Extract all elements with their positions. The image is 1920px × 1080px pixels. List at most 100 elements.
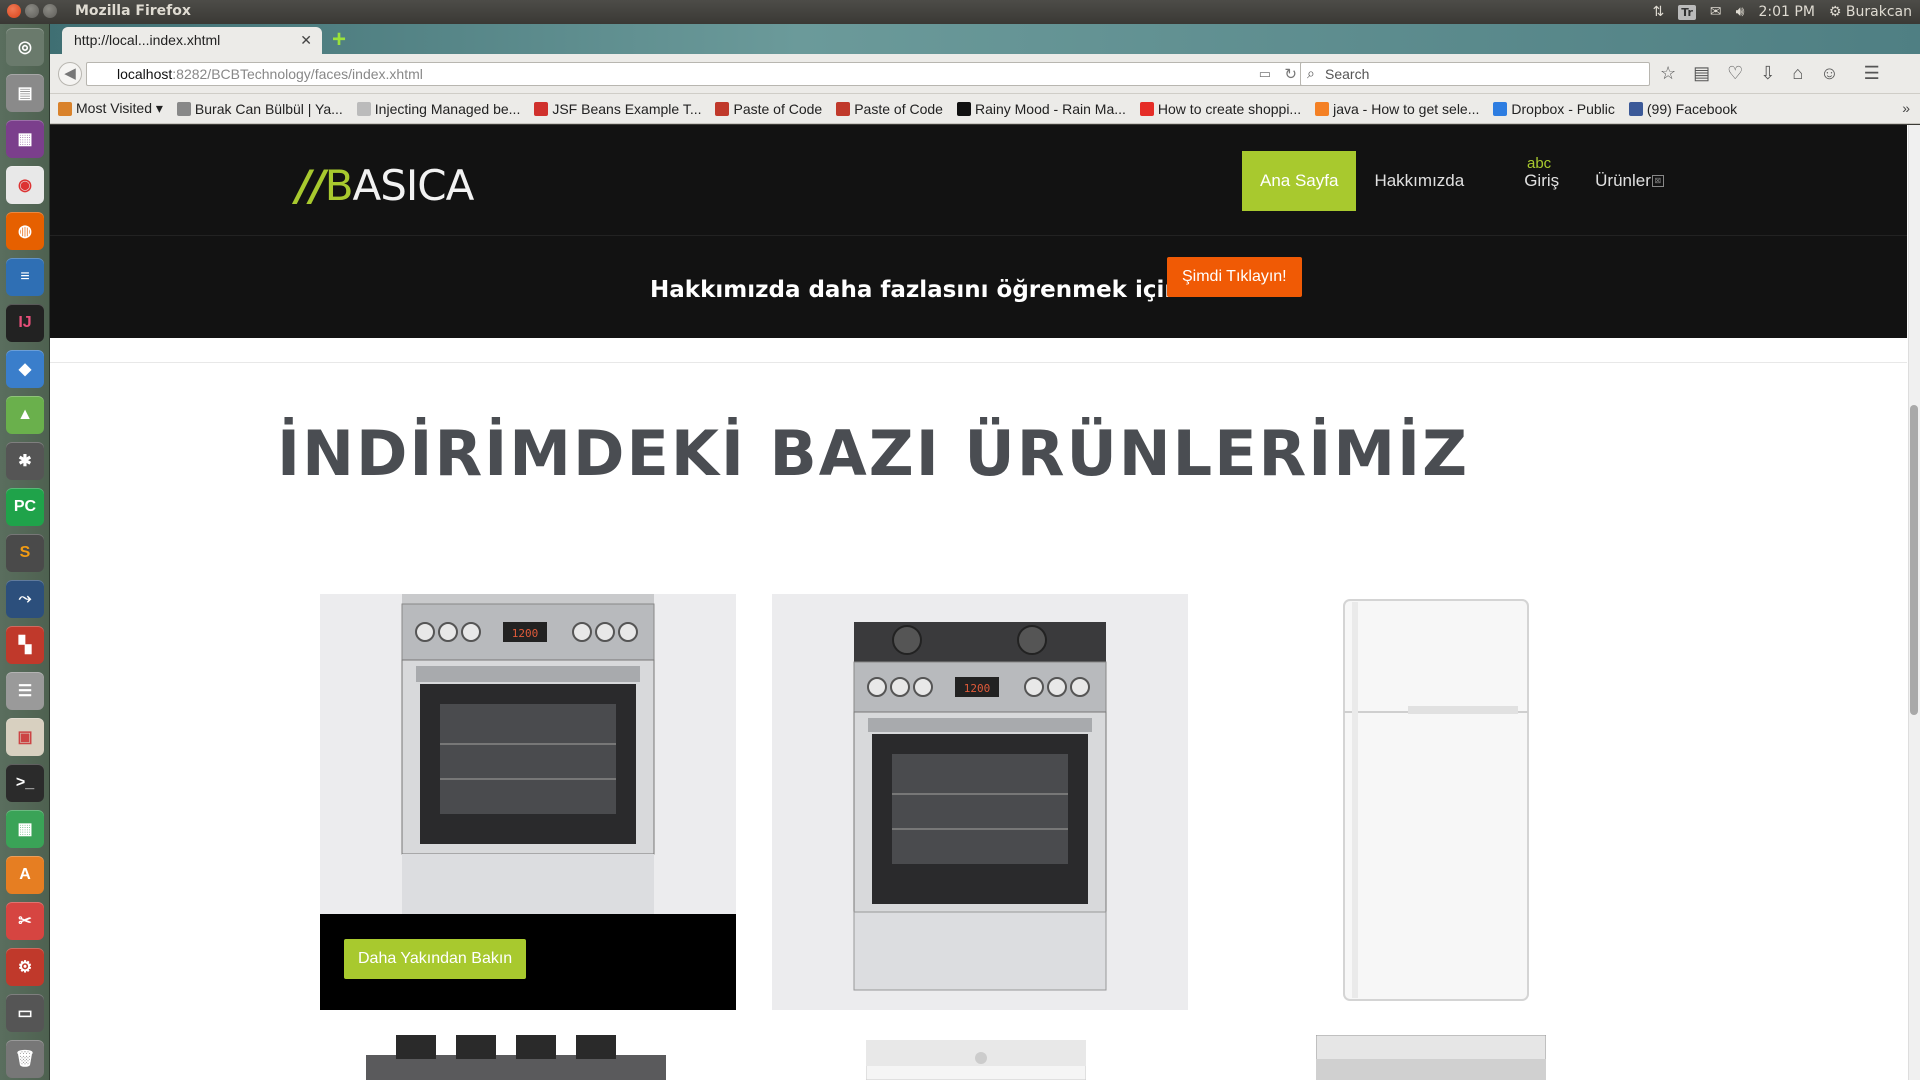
- bookmark-label: How to create shoppi...: [1157, 100, 1302, 117]
- partial-product-hob: [366, 1035, 666, 1080]
- bookmark-item[interactable]: Most Visited ▾: [58, 100, 163, 117]
- writer-icon[interactable]: ≡: [6, 258, 44, 296]
- bookmark-label: Paste of Code: [854, 100, 943, 117]
- trash-icon[interactable]: 🗑︎: [6, 1040, 44, 1078]
- tab-close-icon[interactable]: ✕: [300, 32, 312, 49]
- downloads-icon[interactable]: ⇩: [1760, 63, 1775, 84]
- bookmark-item[interactable]: Paste of Code: [715, 101, 822, 117]
- bookmark-item[interactable]: (99) Facebook: [1628, 100, 1738, 117]
- section-title: İNDİRİMDEKİ BAZI ÜRÜNLERİMİZ: [277, 417, 1470, 490]
- bookmark-favicon-icon: [956, 101, 971, 116]
- nav-item-products[interactable]: Ürünler ⊠: [1577, 151, 1682, 211]
- reload-icon[interactable]: ↻: [1284, 65, 1297, 83]
- bookmark-item[interactable]: How to create shoppi...: [1139, 100, 1302, 117]
- pocket-icon[interactable]: ♡: [1727, 63, 1743, 84]
- software-center-icon[interactable]: A: [6, 856, 44, 894]
- product-card-oven-2[interactable]: 1200: [772, 594, 1188, 1010]
- volume-icon[interactable]: 🔊︎: [1736, 4, 1745, 20]
- network-tool-icon[interactable]: ✂: [6, 902, 44, 940]
- user-menu[interactable]: ⚙ Burakcan: [1829, 4, 1912, 20]
- chrome-icon[interactable]: ◉: [6, 166, 44, 204]
- new-tab-button[interactable]: +: [332, 26, 346, 54]
- settings-tool-icon[interactable]: ✱: [6, 442, 44, 480]
- bookmark-favicon-icon: [58, 101, 72, 116]
- search-icon: ⌕: [1307, 65, 1315, 81]
- broken-image-icon: ⊠: [1651, 175, 1664, 187]
- sublime-text-icon[interactable]: S: [6, 534, 44, 572]
- browser-nav-bar: ◀ localhost:8282/BCBTechnology/faces/ind…: [50, 54, 1920, 94]
- browser-tab[interactable]: http://local...index.xhtml ✕: [62, 27, 322, 54]
- gas-oven-image: 1200: [853, 622, 1107, 991]
- url-bar[interactable]: localhost:8282/BCBTechnology/faces/index…: [86, 62, 1308, 86]
- product-card-oven-1[interactable]: 1200 Daha Yakından Bakın: [320, 594, 736, 1010]
- scrollbar-thumb[interactable]: [1910, 405, 1918, 715]
- os-top-panel: Mozilla Firefox ⇅ Tr ✉ 🔊︎ 2:01 PM ⚙ Bura…: [0, 0, 1920, 24]
- bookmark-item[interactable]: Injecting Managed be...: [356, 101, 520, 117]
- chat-icon[interactable]: ☺: [1820, 63, 1838, 84]
- bookmark-label: Most Visited ▾: [76, 100, 163, 116]
- system-settings-icon[interactable]: ⚙: [6, 948, 44, 986]
- launcher-dock: ◎ ▤ ▦ ◉ ◍ ≡ IJ ◆ ▲ ✱ PC S ⤳ ▚ ☰ ▣ >_ ▦ A…: [0, 24, 50, 1080]
- bookmark-label: Burak Can Bülbül | Ya...: [194, 100, 343, 117]
- bookmark-item[interactable]: Rainy Mood - Rain Ma...: [956, 101, 1126, 117]
- nav-item-about[interactable]: Hakkımızda: [1356, 151, 1482, 211]
- search-input[interactable]: ⌕ Search: [1300, 62, 1650, 86]
- mysql-workbench-icon[interactable]: ⤳: [6, 580, 44, 618]
- app-title: Mozilla Firefox: [75, 3, 191, 19]
- page-scrollbar[interactable]: [1908, 125, 1920, 1080]
- bookmark-item[interactable]: Paste of Code: [836, 101, 943, 117]
- dash-home-icon[interactable]: ◎: [6, 28, 44, 66]
- promo-cta-button[interactable]: Şimdi Tıklayın!: [1167, 257, 1302, 297]
- mail-icon[interactable]: ✉: [1710, 4, 1722, 20]
- pycharm-icon[interactable]: PC: [6, 488, 44, 526]
- url-path: :8282/BCBTechnology/faces/index.xhtml: [172, 66, 423, 82]
- browser-tab-strip: http://local...index.xhtml ✕ +: [50, 24, 1920, 54]
- tab-title: http://local...index.xhtml: [74, 32, 221, 48]
- calc-icon[interactable]: ▦: [6, 810, 44, 848]
- drive-icon[interactable]: ▭: [6, 994, 44, 1032]
- virtualbox-icon[interactable]: ◆: [6, 350, 44, 388]
- nav-item-home[interactable]: Ana Sayfa: [1242, 151, 1357, 211]
- main-nav: Ana Sayfa Hakkımızda Giriş Ürünler ⊠: [1242, 151, 1682, 211]
- reader-view-icon[interactable]: ▭: [1259, 66, 1271, 82]
- bookmark-favicon-icon: [1315, 101, 1330, 116]
- intellij-icon[interactable]: IJ: [6, 304, 44, 342]
- bookmarks-overflow-icon[interactable]: »: [1902, 100, 1910, 116]
- browser-toolbar: ☆ ▤ ♡ ⇩ ⌂ ☺ ☰: [1660, 63, 1880, 84]
- bookmark-label: (99) Facebook: [1646, 100, 1738, 117]
- bookmark-label: java - How to get sele...: [1333, 100, 1480, 117]
- android-studio-icon[interactable]: ▲: [6, 396, 44, 434]
- keyboard-layout-indicator[interactable]: Tr: [1678, 4, 1696, 20]
- svg-text:1200: 1200: [964, 682, 991, 695]
- bookmark-favicon-icon: [356, 101, 371, 116]
- view-closer-button[interactable]: Daha Yakından Bakın: [344, 939, 527, 979]
- bookmarks-bar: Most Visited ▾ Burak Can Bülbül | Ya... In…: [50, 94, 1920, 124]
- files-icon[interactable]: ▤: [6, 74, 44, 112]
- image-viewer-icon[interactable]: ▣: [6, 718, 44, 756]
- workspace-switcher-icon[interactable]: ▦: [6, 120, 44, 158]
- database-icon[interactable]: ☰: [6, 672, 44, 710]
- network-icon[interactable]: ⇅: [1652, 4, 1664, 20]
- home-icon[interactable]: ⌂: [1792, 63, 1803, 84]
- nav-abc-label: abc: [1527, 155, 1552, 172]
- bookmark-favicon-icon: [1139, 101, 1154, 116]
- window-close-button[interactable]: [7, 4, 21, 18]
- firefox-icon[interactable]: ◍: [6, 212, 44, 250]
- bookmark-item[interactable]: Burak Can Bülbül | Ya...: [176, 100, 343, 117]
- menu-icon[interactable]: ☰: [1864, 63, 1880, 84]
- fridge-image: [1343, 599, 1529, 1001]
- product-card-fridge[interactable]: [1224, 594, 1640, 1010]
- color-app-icon[interactable]: ▚: [6, 626, 44, 664]
- promo-banner: Hakkımızda daha fazlasını öğrenmek için …: [50, 235, 1907, 338]
- bookmark-item[interactable]: JSF Beans Example T...: [534, 101, 701, 117]
- window-maximize-button[interactable]: [43, 4, 57, 18]
- reading-list-icon[interactable]: ▤: [1693, 63, 1710, 84]
- site-logo[interactable]: //BASICA: [296, 161, 474, 210]
- bookmark-item[interactable]: Dropbox - Public: [1493, 101, 1615, 117]
- terminal-icon[interactable]: >_: [6, 764, 44, 802]
- clock[interactable]: 2:01 PM: [1758, 4, 1814, 20]
- back-button[interactable]: ◀: [58, 62, 82, 86]
- window-minimize-button[interactable]: [25, 4, 39, 18]
- bookmark-star-icon[interactable]: ☆: [1660, 63, 1676, 84]
- bookmark-item[interactable]: java - How to get sele...: [1315, 101, 1479, 117]
